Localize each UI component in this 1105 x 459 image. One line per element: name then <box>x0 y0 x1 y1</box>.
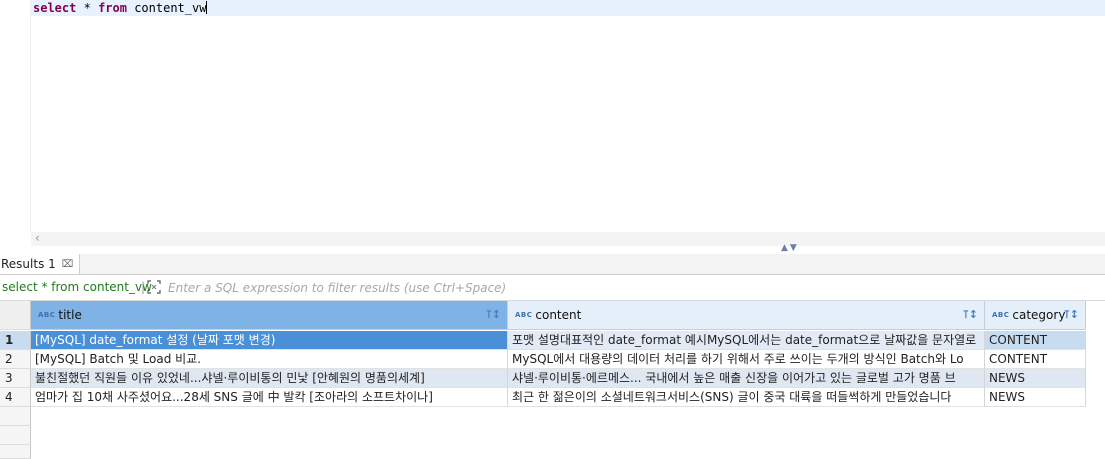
tab-results-1[interactable]: Results 1 ⌧ <box>0 254 81 274</box>
separator: | <box>141 280 146 294</box>
row-number[interactable]: 2 <box>0 350 31 369</box>
tab-label: Results 1 <box>1 257 56 271</box>
column-label: content <box>535 308 582 322</box>
results-grid: ABC title ⊺↕ ABC content ⊺↕ ABC category… <box>0 301 1105 459</box>
cell-category[interactable]: NEWS <box>985 388 1086 407</box>
column-header-title[interactable]: ABC title ⊺↕ <box>31 301 508 330</box>
column-label: title <box>58 308 82 322</box>
scroll-left-icon[interactable]: ‹ <box>35 231 40 245</box>
cell-title[interactable]: [MySQL] Batch 및 Load 비교. <box>31 350 508 369</box>
cell-category[interactable]: NEWS <box>985 369 1086 388</box>
keyword-from: from <box>98 1 127 15</box>
cell-content[interactable]: 샤넬·루이비통·에르메스... 국내에서 높은 매출 신장을 이어가고 있는 글… <box>508 369 985 388</box>
results-tab-bar: Results 1 ⌧ <box>0 254 1105 275</box>
empty-row <box>0 426 31 445</box>
column-header-category[interactable]: ABC category ⊺↕ <box>985 301 1086 330</box>
text-type-icon: ABC <box>38 311 56 319</box>
empty-row <box>0 407 31 426</box>
cell-title[interactable]: [MySQL] date_format 설정 (날짜 포맷 변경) <box>31 331 508 350</box>
sql-text[interactable]: select * from content_vw <box>33 1 208 16</box>
cell-category[interactable]: CONTENT <box>985 331 1086 350</box>
row-number[interactable]: 4 <box>0 388 31 407</box>
grid-corner[interactable] <box>0 301 31 330</box>
row-number[interactable]: 3 <box>0 369 31 388</box>
editor-gutter <box>0 0 31 232</box>
table-name: content_vw <box>134 1 207 15</box>
empty-row <box>0 445 31 459</box>
query-text: select * from content_vw <box>2 280 152 294</box>
panel-splitter[interactable]: ▲▼ <box>0 243 1105 254</box>
cell-category[interactable]: CONTENT <box>985 350 1086 369</box>
cell-content[interactable]: MySQL에서 대용량의 데이터 처리를 하기 위해서 주로 쓰이는 두개의 방… <box>508 350 985 369</box>
editor-horizontal-scrollbar[interactable]: ‹ <box>31 231 1105 246</box>
close-tab-icon[interactable]: ⌧ <box>62 259 74 270</box>
filter-sort-icon[interactable]: ⊺↕ <box>963 308 978 321</box>
column-label: category <box>1012 308 1066 322</box>
filter-sort-icon[interactable]: ⊺↕ <box>486 308 501 321</box>
column-header-content[interactable]: ABC content ⊺↕ <box>508 301 985 330</box>
expand-filter-icon[interactable] <box>146 279 162 295</box>
text-type-icon: ABC <box>992 311 1010 319</box>
cell-content[interactable]: 최근 한 젊은이의 소셜네트워크서비스(SNS) 글이 중국 대륙을 떠들썩하게… <box>508 388 985 407</box>
row-number[interactable]: 1 <box>0 331 31 350</box>
filter-bar: select * from content_vw | <box>0 276 1105 301</box>
keyword-select: select <box>33 1 77 15</box>
cell-title[interactable]: 불친절했던 직원들 이유 있었네...샤넬·루이비통의 민낯 [안혜원의 명품의… <box>31 369 508 388</box>
filter-input[interactable] <box>166 279 1100 296</box>
text-caret <box>206 1 208 14</box>
maximize-restore-icon[interactable]: ▲▼ <box>781 243 799 253</box>
filter-sort-icon[interactable]: ⊺↕ <box>1064 308 1079 321</box>
cell-content[interactable]: 포맷 설명대표적인 date_format 예시MySQL에서는 date_fo… <box>508 331 985 350</box>
cell-title[interactable]: 엄마가 집 10채 사주셨어요...28세 SNS 글에 中 발칵 [조아라의 … <box>31 388 508 407</box>
select-star: * <box>83 1 91 15</box>
sql-editor[interactable]: select * from content_vw <box>0 0 1105 232</box>
text-type-icon: ABC <box>515 311 533 319</box>
